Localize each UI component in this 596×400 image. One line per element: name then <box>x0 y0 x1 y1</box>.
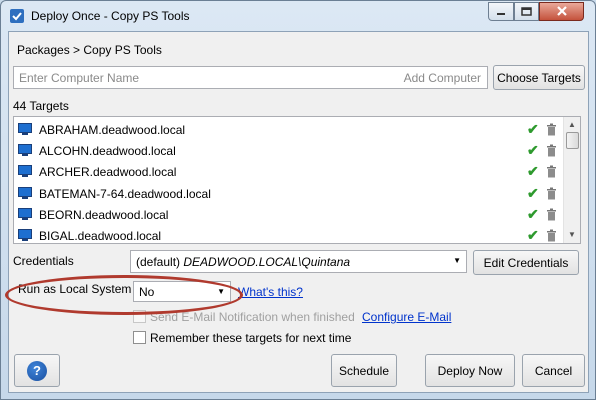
target-name: BATEMAN-7-64.deadwood.local <box>39 187 211 201</box>
check-icon: ✔ <box>527 163 539 179</box>
target-name: ALCOHN.deadwood.local <box>39 144 176 158</box>
computer-icon <box>18 123 32 135</box>
check-icon: ✔ <box>527 206 539 222</box>
maximize-icon <box>521 7 532 16</box>
computer-icon <box>18 187 32 199</box>
scroll-thumb[interactable] <box>566 132 579 149</box>
chevron-down-icon: ▼ <box>453 256 461 265</box>
annotation-highlight-ellipse <box>5 275 243 315</box>
scroll-down-icon[interactable]: ▼ <box>568 230 576 239</box>
target-row[interactable]: BIGAL.deadwood.local ✔ <box>14 226 564 243</box>
trash-icon[interactable] <box>546 165 557 178</box>
computer-name-placeholder: Enter Computer Name <box>19 71 140 85</box>
target-row[interactable]: ARCHER.deadwood.local ✔ <box>14 162 564 183</box>
scroll-up-icon[interactable]: ▲ <box>568 120 576 129</box>
computer-icon <box>18 229 32 241</box>
credentials-value: (default) DEADWOOD.LOCAL\Quintana <box>136 255 351 269</box>
check-icon: ✔ <box>527 121 539 137</box>
credentials-label: Credentials <box>13 254 74 268</box>
remember-targets-label: Remember these targets for next time <box>150 331 352 345</box>
check-icon: ✔ <box>527 185 539 201</box>
targets-count-label: 44 Targets <box>13 99 69 113</box>
trash-icon[interactable] <box>546 144 557 157</box>
help-icon: ? <box>27 360 47 381</box>
app-icon <box>10 9 24 23</box>
computer-icon <box>18 165 32 177</box>
target-row[interactable]: BEORN.deadwood.local ✔ <box>14 205 564 226</box>
computer-icon <box>18 208 32 220</box>
target-row[interactable]: ABRAHAM.deadwood.local ✔ <box>14 120 564 141</box>
maximize-button[interactable] <box>514 2 539 21</box>
choose-targets-button[interactable]: Choose Targets <box>493 65 585 90</box>
targets-list[interactable]: ABRAHAM.deadwood.local ✔ ALCOHN.deadwood… <box>13 116 581 244</box>
target-name: BEORN.deadwood.local <box>39 208 169 222</box>
add-computer-hint[interactable]: Add Computer <box>404 71 481 85</box>
check-icon: ✔ <box>527 142 539 158</box>
target-name: BIGAL.deadwood.local <box>39 229 162 243</box>
target-row[interactable]: ALCOHN.deadwood.local ✔ <box>14 141 564 162</box>
window-title: Deploy Once - Copy PS Tools <box>31 9 190 23</box>
edit-credentials-button[interactable]: Edit Credentials <box>473 250 579 275</box>
remember-targets-checkbox[interactable] <box>133 331 146 344</box>
schedule-button[interactable]: Schedule <box>331 354 397 387</box>
configure-email-link[interactable]: Configure E-Mail <box>362 310 451 324</box>
close-button[interactable] <box>539 2 584 21</box>
whats-this-link[interactable]: What's this? <box>238 285 303 299</box>
target-row[interactable]: BATEMAN-7-64.deadwood.local ✔ <box>14 184 564 205</box>
computer-name-input[interactable]: Enter Computer Name Add Computer <box>13 66 488 89</box>
targets-scrollbar[interactable]: ▲ ▼ <box>563 117 580 243</box>
title-bar[interactable]: Deploy Once - Copy PS Tools <box>1 1 595 31</box>
trash-icon[interactable] <box>546 187 557 200</box>
target-name: ARCHER.deadwood.local <box>39 165 177 179</box>
minimize-button[interactable] <box>488 2 514 21</box>
deploy-now-button[interactable]: Deploy Now <box>425 354 515 387</box>
app-window: Deploy Once - Copy PS Tools Packages > C… <box>0 0 596 400</box>
target-name: ABRAHAM.deadwood.local <box>39 123 186 137</box>
help-button[interactable]: ? <box>14 354 60 387</box>
cancel-button[interactable]: Cancel <box>522 354 585 387</box>
credentials-select[interactable]: (default) DEADWOOD.LOCAL\Quintana ▼ <box>130 250 467 273</box>
trash-icon[interactable] <box>546 229 557 242</box>
trash-icon[interactable] <box>546 208 557 221</box>
trash-icon[interactable] <box>546 123 557 136</box>
dialog-body: Packages > Copy PS Tools Enter Computer … <box>8 31 589 393</box>
check-icon: ✔ <box>527 227 539 243</box>
close-icon <box>556 6 567 16</box>
breadcrumb: Packages > Copy PS Tools <box>17 43 162 57</box>
minimize-icon <box>497 12 505 15</box>
computer-icon <box>18 144 32 156</box>
